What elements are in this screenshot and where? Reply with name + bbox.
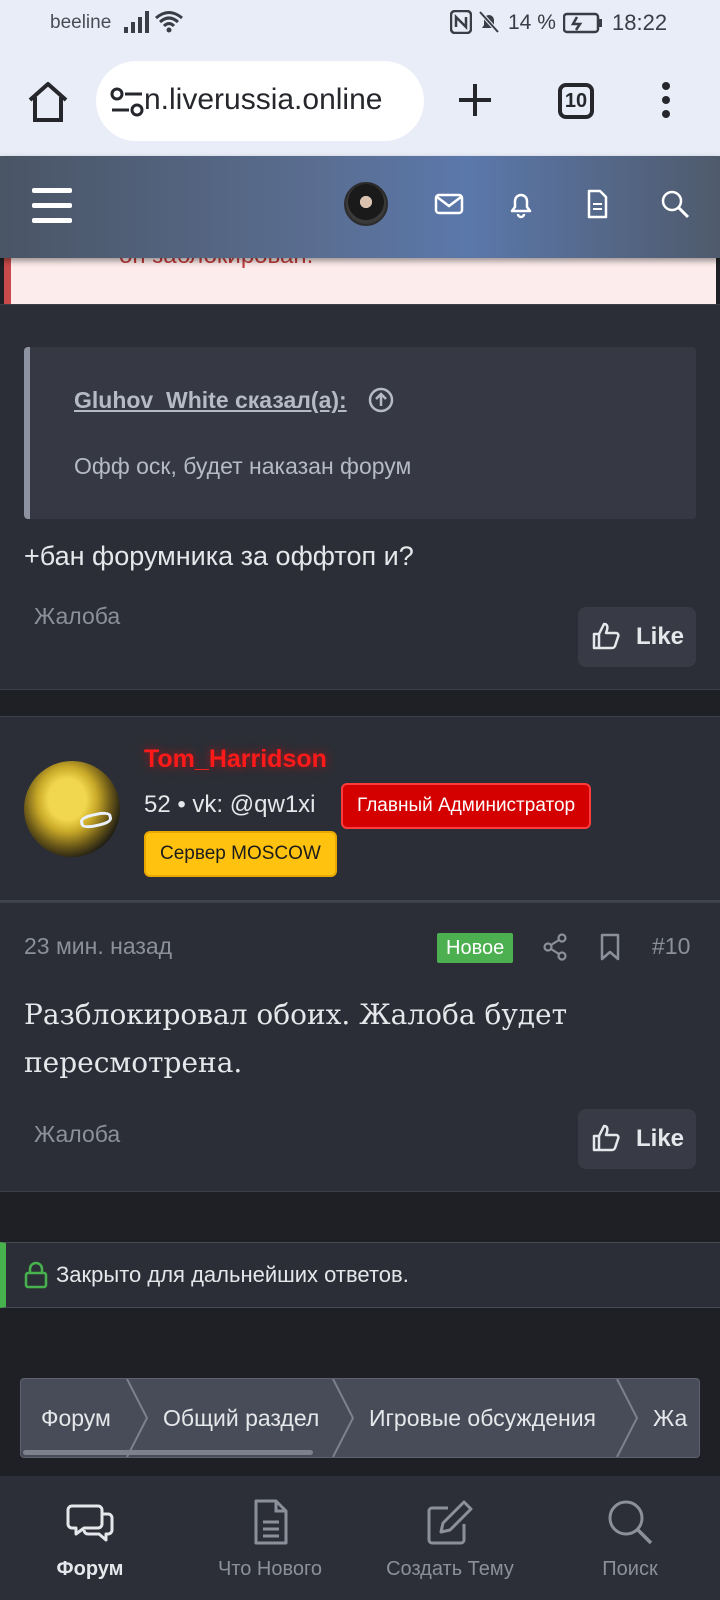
tab-switcher-button[interactable]: 10 (558, 83, 594, 119)
breadcrumb-scrollbar[interactable] (23, 1450, 313, 1455)
bottom-navigation: Форум Что Нового Создать Тему Поиск (0, 1476, 720, 1600)
site-settings-icon[interactable] (110, 87, 144, 117)
status-bar: beeline 14 % 18:22 (0, 0, 720, 46)
jump-to-quote-icon[interactable] (368, 387, 394, 413)
site-header (0, 156, 720, 258)
browser-toolbar: n.liverussia.online 10 (0, 46, 720, 156)
thumbs-up-icon (592, 622, 620, 650)
post: 23 мин. назад Новое #10 Разблокировал об… (0, 902, 720, 1192)
nav-label-create-thread: Создать Тему (386, 1558, 514, 1580)
carrier-name: beeline (50, 12, 112, 33)
bell-icon[interactable] (506, 189, 536, 219)
breadcrumb-item-game-discussions[interactable]: Игровые обсуждения (369, 1379, 596, 1457)
search-icon[interactable] (660, 189, 690, 219)
ban-notice-text: он заблокирован. (119, 258, 313, 270)
hamburger-menu-icon[interactable] (32, 188, 72, 224)
muted-bell-icon (478, 10, 500, 34)
breadcrumb: Форум Общий раздел Игровые обсуждения Жа (20, 1378, 700, 1458)
post-number-link[interactable]: #10 (652, 933, 690, 960)
new-tab-icon[interactable] (455, 80, 495, 120)
signal-icon (124, 11, 149, 33)
quote-author-link[interactable]: Gluhov_White сказал(а): (74, 387, 347, 414)
more-menu-icon[interactable] (660, 80, 672, 120)
report-link[interactable]: Жалоба (34, 1121, 120, 1148)
author-meta: 52 • vk: @qw1xi (144, 791, 316, 818)
like-button[interactable]: Like (578, 607, 696, 667)
post: Gluhov_White сказал(а): Офф оск, будет н… (0, 304, 720, 690)
nfc-icon (450, 10, 472, 34)
document-icon (254, 1499, 288, 1545)
closed-notice-text: Закрыто для дальнейших ответов. (56, 1262, 409, 1287)
breadcrumb-item-complaints[interactable]: Жа (653, 1379, 687, 1457)
url-text[interactable]: n.liverussia.online (146, 83, 416, 117)
report-link[interactable]: Жалоба (34, 603, 120, 630)
home-icon[interactable] (26, 80, 70, 124)
ban-notice: он заблокирован. (4, 258, 716, 304)
document-icon[interactable] (582, 189, 612, 219)
wifi-icon (155, 11, 183, 33)
author-avatar[interactable] (24, 761, 120, 857)
chat-bubbles-icon (66, 1504, 114, 1542)
breadcrumb-separator-icon (126, 1379, 149, 1457)
clock: 18:22 (612, 10, 668, 35)
post-body: +бан форумника за оффтоп и? (24, 541, 414, 571)
edit-icon (427, 1500, 473, 1545)
user-avatar[interactable] (344, 182, 388, 226)
search-icon (608, 1500, 653, 1545)
battery-icon (563, 12, 602, 34)
like-label: Like (636, 1125, 685, 1152)
server-badge: Сервер MOSCOW (144, 831, 337, 877)
nav-item-whats-new[interactable]: Что Нового (180, 1476, 360, 1600)
post-body: Разблокировал обоих. Жалоба будет пересм… (24, 998, 568, 1079)
share-icon[interactable] (542, 933, 568, 961)
post-timestamp[interactable]: 23 мин. назад (24, 933, 172, 960)
breadcrumb-separator-icon (616, 1379, 639, 1457)
nav-label-forum: Форум (56, 1558, 124, 1580)
role-badge-admin: Главный Администратор (341, 783, 592, 829)
thumbs-up-icon (592, 1124, 620, 1152)
nav-item-search[interactable]: Поиск (540, 1476, 720, 1600)
nav-item-forum[interactable]: Форум (0, 1476, 180, 1600)
author-username[interactable]: Tom_Harridson (144, 745, 327, 774)
bookmark-icon[interactable] (598, 933, 622, 961)
thread-closed-notice: Закрыто для дальнейших ответов. (0, 1242, 720, 1308)
like-label: Like (636, 623, 685, 650)
new-badge: Новое (437, 933, 514, 963)
nav-label-whats-new: Что Нового (217, 1558, 322, 1580)
nav-label-search: Поиск (602, 1558, 658, 1580)
lock-icon (24, 1261, 48, 1289)
quote-block: Gluhov_White сказал(а): Офф оск, будет н… (24, 347, 696, 519)
breadcrumb-separator-icon (332, 1379, 355, 1457)
breadcrumb-item-general[interactable]: Общий раздел (163, 1379, 319, 1457)
battery-percent: 14 % (508, 11, 556, 34)
post-author-header: Tom_Harridson 52 • vk: @qw1xi Главный Ад… (0, 716, 720, 902)
mail-icon[interactable] (434, 189, 464, 219)
address-bar[interactable]: n.liverussia.online (96, 61, 424, 141)
like-button[interactable]: Like (578, 1109, 696, 1169)
nav-item-create-thread[interactable]: Создать Тему (360, 1476, 540, 1600)
breadcrumb-item-forum[interactable]: Форум (41, 1379, 111, 1457)
quote-text: Офф оск, будет наказан форум (74, 453, 412, 479)
